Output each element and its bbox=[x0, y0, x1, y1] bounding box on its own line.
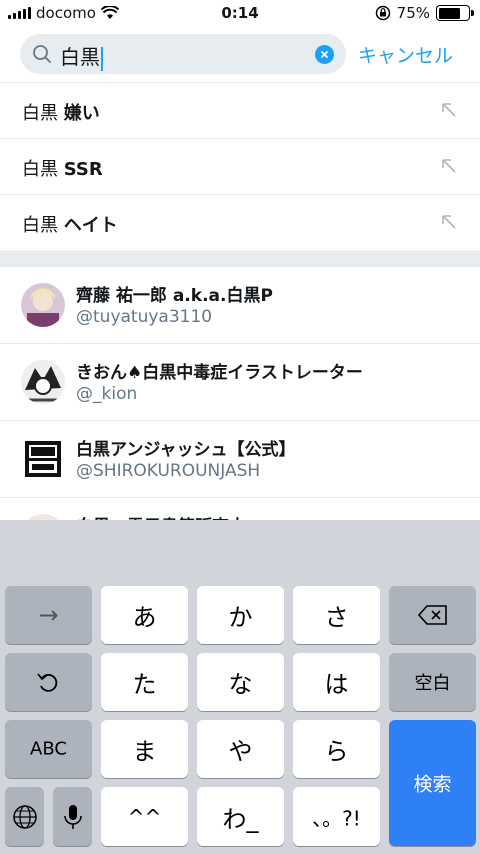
suggestion-item[interactable]: 白黒 ヘイト bbox=[0, 194, 480, 250]
section-divider bbox=[0, 251, 480, 267]
key-ra[interactable]: ら bbox=[293, 720, 380, 778]
suggestion-rest: ヘイト bbox=[63, 215, 118, 236]
suggestion-list: 白黒 嫌い 白黒 SSR 白黒 ヘイト bbox=[0, 82, 480, 250]
user-handle: @SHIROKURO​UNJASH bbox=[76, 461, 261, 481]
key-label: ま bbox=[132, 737, 157, 766]
key-punctuation[interactable]: 、。?! bbox=[293, 787, 380, 846]
suggestion-rest: 嫌い bbox=[63, 103, 100, 124]
suggestion-rest: SSR bbox=[63, 159, 103, 180]
status-right: 75% bbox=[375, 4, 474, 22]
key-label: ^^ bbox=[127, 804, 162, 829]
abc-key[interactable]: ABC bbox=[5, 720, 92, 778]
status-bar: docomo 0:14 75% bbox=[0, 0, 480, 28]
key-label: わ_ bbox=[222, 805, 259, 833]
close-icon bbox=[320, 50, 329, 59]
key-label: ABC bbox=[30, 738, 67, 760]
suggestion-item[interactable]: 白黒 嫌い bbox=[0, 82, 480, 138]
keyboard: → あ か さ た な は 空白 ABC ま や ら 検索 ^^ わ_ 、。?! bbox=[0, 520, 480, 854]
suggestion-text: 白黒 ヘイト bbox=[22, 211, 118, 237]
microphone-icon bbox=[64, 805, 82, 829]
battery-percent: 75% bbox=[396, 4, 430, 22]
avatar bbox=[21, 360, 65, 404]
key-label: や bbox=[228, 737, 253, 766]
key-label: → bbox=[38, 601, 59, 629]
undo-key[interactable] bbox=[5, 653, 92, 711]
key-sa[interactable]: さ bbox=[293, 586, 380, 644]
space-key[interactable]: 空白 bbox=[389, 653, 476, 711]
key-ta[interactable]: た bbox=[101, 653, 188, 711]
key-label: 、。?! bbox=[312, 806, 361, 830]
key-label: 空白 bbox=[414, 673, 451, 694]
search-row: 白黒 キャンセル bbox=[0, 32, 480, 78]
user-name: 白黒アンジャッシュ【公式】 bbox=[76, 440, 296, 460]
suggestion-text: 白黒 嫌い bbox=[22, 99, 100, 125]
battery-fill bbox=[438, 7, 461, 19]
key-label: さ bbox=[324, 603, 349, 632]
search-icon bbox=[33, 45, 51, 63]
key-label: 検索 bbox=[413, 773, 452, 796]
key-label: ら bbox=[324, 737, 349, 766]
key-ha[interactable]: は bbox=[293, 653, 380, 711]
globe-key[interactable] bbox=[5, 787, 44, 846]
search-key[interactable]: 検索 bbox=[389, 720, 476, 846]
key-dakuten[interactable]: ^^ bbox=[101, 787, 188, 846]
user-name: きおん♠白黒中毒症イラストレーター bbox=[76, 363, 363, 383]
key-label: か bbox=[228, 603, 253, 632]
undo-icon bbox=[37, 673, 58, 692]
orientation-lock-icon bbox=[375, 5, 390, 21]
arrow-up-left-icon[interactable] bbox=[440, 157, 458, 175]
avatar bbox=[21, 283, 65, 327]
search-query: 白黒 bbox=[60, 45, 100, 69]
search-input[interactable]: 白黒 bbox=[60, 41, 103, 71]
user-result[interactable]: 白黒アンジャッシュ【公式】 @SHIROKURO​UNJASH bbox=[0, 421, 480, 498]
cancel-button[interactable]: キャンセル bbox=[358, 41, 453, 68]
suggestion-text: 白黒 SSR bbox=[22, 155, 103, 181]
key-na[interactable]: な bbox=[197, 653, 284, 711]
user-name: 齊藤 祐一郎 a.k.a.白黒P bbox=[76, 286, 273, 306]
suggestion-query: 白黒 bbox=[22, 159, 58, 180]
key-next-candidate[interactable]: → bbox=[5, 586, 92, 644]
backspace-icon bbox=[418, 605, 447, 625]
key-label: な bbox=[228, 670, 253, 699]
text-caret bbox=[101, 46, 103, 71]
search-field[interactable]: 白黒 bbox=[20, 34, 346, 74]
key-wa[interactable]: わ_ bbox=[197, 787, 284, 846]
suggestion-query: 白黒 bbox=[22, 103, 58, 124]
user-handle: @_kion bbox=[76, 384, 138, 404]
arrow-up-left-icon[interactable] bbox=[440, 101, 458, 119]
key-ka[interactable]: か bbox=[197, 586, 284, 644]
avatar bbox=[21, 437, 65, 481]
suggestion-item[interactable]: 白黒 SSR bbox=[0, 138, 480, 194]
backspace-key[interactable] bbox=[389, 586, 476, 644]
dictation-key[interactable] bbox=[53, 787, 92, 846]
key-label: は bbox=[324, 670, 349, 699]
battery-icon bbox=[436, 5, 474, 21]
key-label: た bbox=[132, 670, 157, 699]
key-label: あ bbox=[132, 603, 157, 632]
user-handle: @tuyatuya3110 bbox=[76, 307, 213, 327]
user-result[interactable]: 齊藤 祐一郎 a.k.a.白黒P @tuyatuya3110 bbox=[0, 267, 480, 344]
suggestion-query: 白黒 bbox=[22, 215, 58, 236]
key-ma[interactable]: ま bbox=[101, 720, 188, 778]
key-ya[interactable]: や bbox=[197, 720, 284, 778]
globe-icon bbox=[13, 805, 37, 829]
arrow-up-left-icon[interactable] bbox=[440, 213, 458, 231]
user-result[interactable]: きおん♠白黒中毒症イラストレーター @_kion bbox=[0, 344, 480, 421]
key-a[interactable]: あ bbox=[101, 586, 188, 644]
clear-search-button[interactable] bbox=[315, 45, 334, 64]
